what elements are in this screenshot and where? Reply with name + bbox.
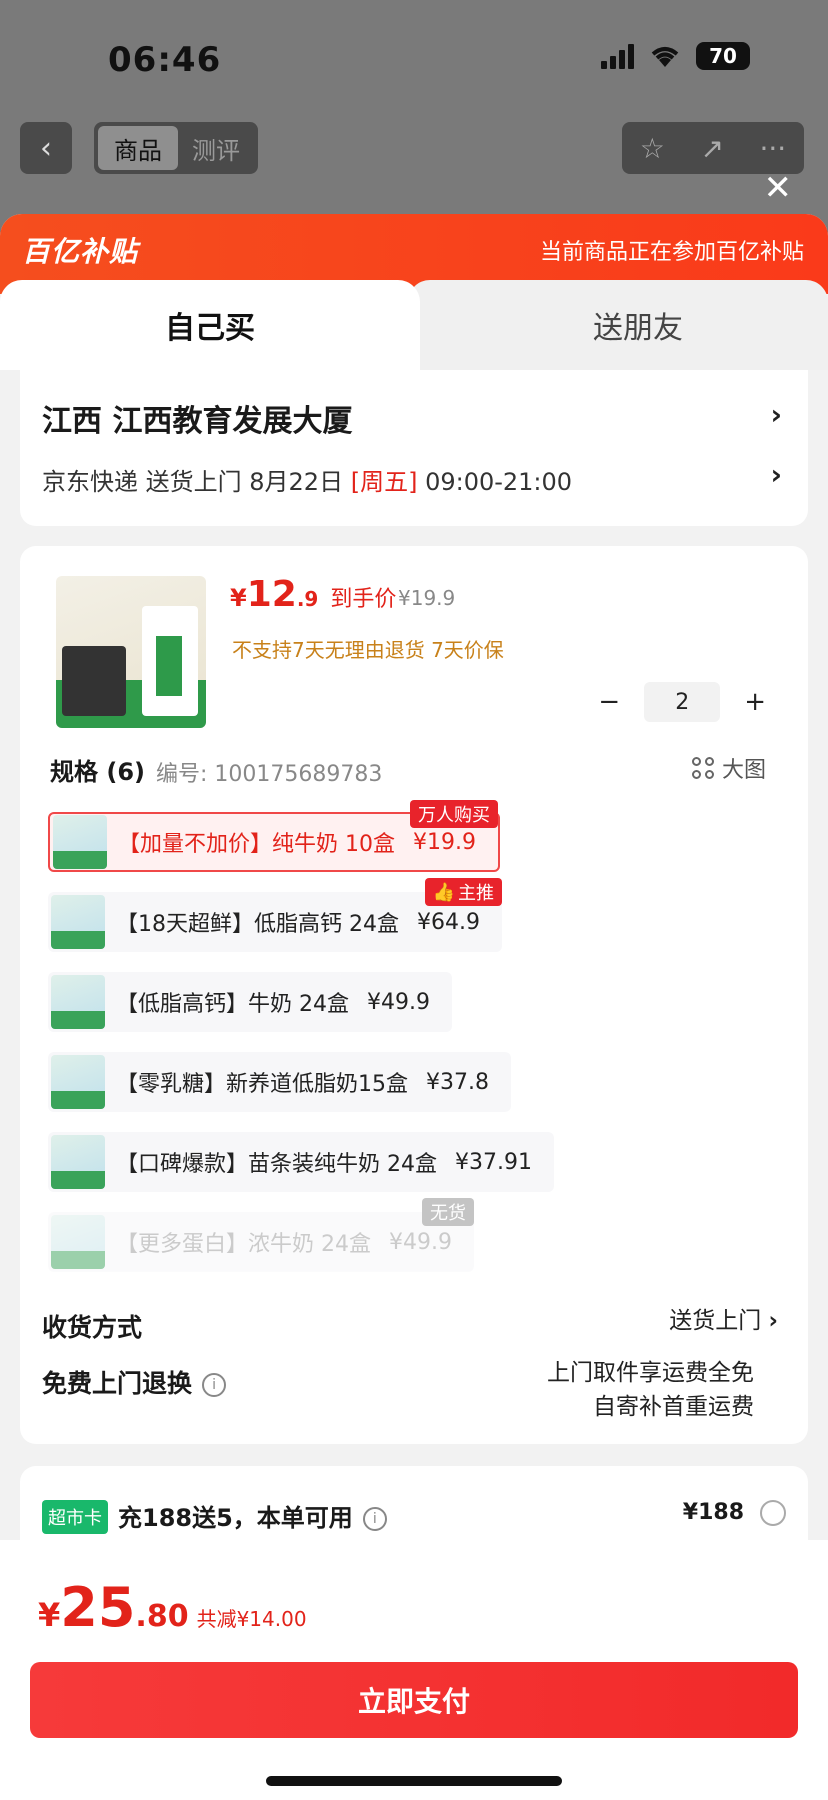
spec-thumbnail — [53, 815, 107, 869]
tab-gift-friend[interactable]: 送朋友 — [408, 280, 828, 370]
pay-now-button[interactable]: 立即支付 — [30, 1662, 798, 1738]
quantity-stepper: − 2 + — [598, 682, 766, 722]
decrease-button[interactable]: − — [598, 687, 620, 717]
big-picture-toggle[interactable]: 大图 — [691, 752, 766, 784]
spec-title: 规格 (6) — [50, 758, 145, 786]
purchase-tabs: 送朋友 自己买 — [0, 280, 828, 370]
home-indicator — [266, 1776, 562, 1786]
total-saving: 共减¥14.00 — [196, 1607, 307, 1631]
more-icon[interactable]: ··· — [759, 132, 786, 165]
tab-product[interactable]: 商品 — [98, 126, 178, 170]
free-return-value: 上门取件享运费全免 自寄补首重运费 — [547, 1360, 754, 1420]
receive-method-value[interactable]: 送货上门 › — [669, 1304, 778, 1338]
spec-number: 编号: 100175689783 — [156, 762, 383, 787]
spec-option[interactable]: 【加量不加价】纯牛奶 10盒 ¥19.9 万人购买 — [48, 800, 500, 872]
tab-review[interactable]: 测评 — [178, 131, 254, 166]
return-policy: 不支持7天无理由退货 7天价保 — [232, 638, 504, 662]
checkout-sheet: 百亿补贴 当前商品正在参加百亿补贴 送朋友 自己买 江西 江西教育发展大厦 › … — [0, 214, 828, 1800]
page-tab-switch: 商品 测评 — [94, 122, 258, 174]
spec-option[interactable]: 【18天超鲜】低脂高钙 24盒 ¥64.9 👍 主推 — [48, 878, 502, 952]
final-price: ¥12.9 到手价 — [230, 574, 397, 615]
thumbs-up-icon: 👍 — [432, 881, 455, 903]
star-icon[interactable]: ☆ — [640, 132, 665, 165]
spec-thumbnail — [51, 1215, 105, 1269]
grid-icon — [691, 757, 714, 779]
spec-tag: 👍 主推 — [424, 878, 502, 906]
signal-icon — [601, 43, 634, 69]
original-price: ¥19.9 — [398, 586, 456, 610]
receive-method-label: 收货方式 — [42, 1313, 143, 1342]
spec-thumbnail — [51, 975, 105, 1029]
address-card[interactable]: 江西 江西教育发展大厦 › 京东快递 送货上门 8月22日 [周五] 09:00… — [20, 370, 808, 526]
spec-option[interactable]: 【口碑爆款】苗条装纯牛奶 24盒 ¥37.91 — [48, 1132, 554, 1192]
checkout-footer: ¥25.80 共减¥14.00 立即支付 — [0, 1540, 828, 1800]
status-icons: 70 — [601, 42, 750, 70]
free-return-label: 免费上门退换 i — [42, 1364, 227, 1400]
quantity-input[interactable]: 2 — [644, 682, 721, 722]
product-image[interactable] — [56, 576, 206, 728]
back-button[interactable]: ‹ — [20, 122, 72, 174]
nav-actions: ☆ ↗ ··· — [622, 122, 804, 174]
close-icon[interactable]: ✕ — [764, 168, 793, 208]
tab-buy-self[interactable]: 自己买 — [0, 280, 420, 370]
increase-button[interactable]: + — [744, 687, 766, 717]
delivery-info: 京东快递 送货上门 8月22日 [周五] 09:00-21:00 — [42, 468, 573, 496]
spec-option: 【更多蛋白】浓牛奶 24盒 ¥49.9 无货 — [48, 1198, 474, 1272]
offer-price: ¥188 — [682, 1500, 744, 1525]
chevron-right-icon: › — [770, 398, 782, 431]
offer-text: 充188送5，本单可用 i — [118, 1498, 387, 1533]
subsidy-text: 当前商品正在参加百亿补贴 — [539, 240, 804, 265]
subsidy-logo: 百亿补贴 — [22, 235, 139, 268]
chevron-left-icon: ‹ — [40, 130, 52, 166]
share-icon[interactable]: ↗ — [700, 132, 723, 165]
spec-tag: 无货 — [421, 1198, 474, 1226]
product-card: ¥12.9 到手价 ¥19.9 不支持7天无理由退货 7天价保 − 2 + 规格 … — [20, 546, 808, 1444]
spec-thumbnail — [51, 1135, 105, 1189]
info-icon[interactable]: i — [362, 1507, 387, 1531]
wifi-icon — [651, 47, 679, 67]
spec-thumbnail — [51, 895, 105, 949]
offer-radio[interactable] — [760, 1500, 786, 1526]
battery-indicator: 70 — [696, 42, 750, 70]
address-text: 江西 江西教育发展大厦 — [42, 404, 353, 439]
spec-thumbnail — [51, 1055, 105, 1109]
chevron-right-icon: › — [770, 458, 782, 491]
chevron-right-icon: › — [768, 1308, 778, 1334]
spec-tag: 万人购买 — [409, 800, 498, 828]
spec-option[interactable]: 【低脂高钙】牛奶 24盒 ¥49.9 — [48, 972, 452, 1032]
status-time: 06:46 — [108, 40, 222, 80]
info-icon[interactable]: i — [202, 1373, 227, 1397]
spec-option[interactable]: 【零乳糖】新养道低脂奶15盒 ¥37.8 — [48, 1052, 511, 1112]
status-bar: 06:46 70 — [0, 0, 828, 110]
total-price: ¥25.80 共减¥14.00 — [38, 1576, 307, 1639]
supermarket-card-badge: 超市卡 — [42, 1500, 108, 1534]
